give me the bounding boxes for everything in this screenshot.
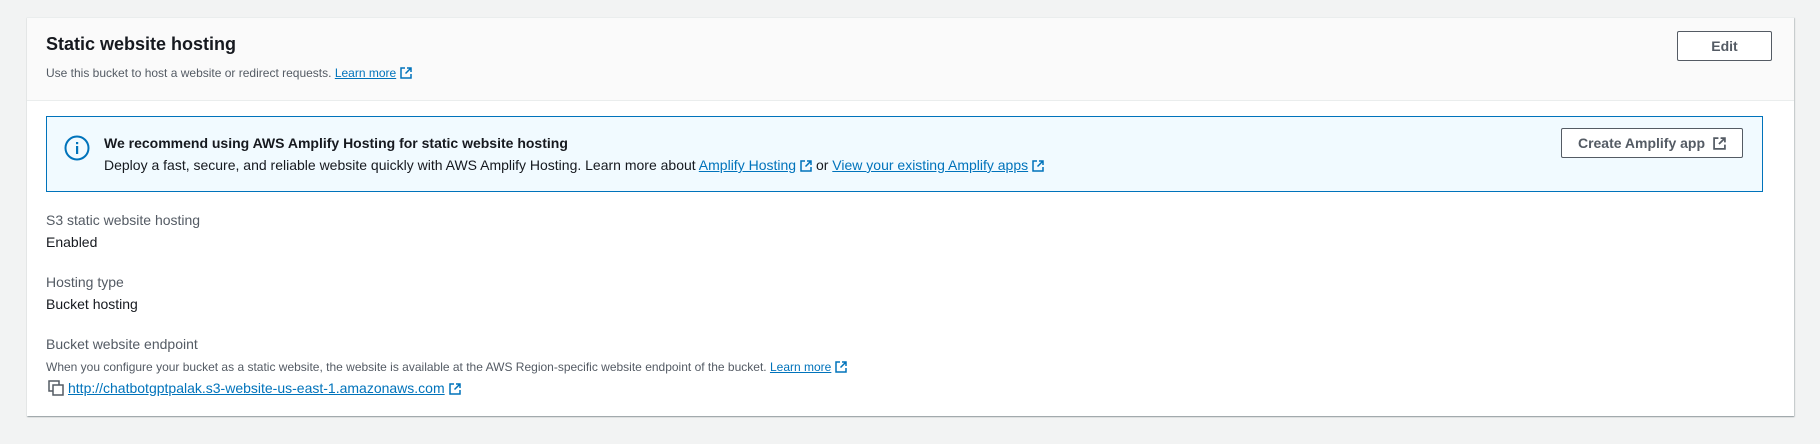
alert-body-text: Deploy a fast, secure, and reliable webs… (104, 157, 696, 173)
endpoint-url-link[interactable]: http://chatbotgptpalak.s3-website-us-eas… (68, 380, 461, 396)
panel-subtitle-text: Use this bucket to host a website or red… (46, 66, 332, 80)
panel-header: Static website hosting Use this bucket t… (27, 18, 1794, 101)
alert-title: We recommend using AWS Amplify Hosting f… (104, 135, 568, 151)
panel-title: Static website hosting (46, 34, 237, 54)
external-link-icon (800, 160, 812, 172)
external-link-icon (1713, 136, 1726, 150)
hosting-type-value: Bucket hosting (46, 296, 138, 312)
endpoint-row: http://chatbotgptpalak.s3-website-us-eas… (48, 380, 461, 396)
learn-more-label: Learn more (334, 66, 397, 80)
hosting-status-value: Enabled (46, 234, 98, 250)
panel-subtitle: Use this bucket to host a website or red… (46, 66, 412, 80)
learn-more-link[interactable]: Learn more (335, 66, 412, 80)
endpoint-description-text: When you configure your bucket as a stat… (46, 360, 767, 374)
copy-icon[interactable] (48, 380, 64, 396)
endpoint-learn-more-label: Learn more (769, 360, 832, 374)
external-link-icon (835, 361, 848, 373)
create-amplify-app-button[interactable]: Create Amplify app (1561, 128, 1743, 158)
external-link-icon (1032, 160, 1044, 172)
amplify-recommendation-alert: We recommend using AWS Amplify Hosting f… (46, 116, 1763, 192)
view-amplify-apps-link[interactable]: View your existing Amplify apps (832, 157, 1044, 173)
static-website-hosting-panel: Static website hosting Use this bucket t… (27, 17, 1794, 416)
external-link-icon (448, 383, 461, 395)
endpoint-description: When you configure your bucket as a stat… (46, 360, 848, 374)
create-amplify-app-label: Create Amplify app (1577, 135, 1706, 151)
amplify-hosting-label: Amplify Hosting (698, 157, 797, 173)
hosting-status-label: S3 static website hosting (46, 212, 201, 228)
endpoint-url-label: http://chatbotgptpalak.s3-website-us-eas… (68, 380, 445, 396)
endpoint-learn-more-link[interactable]: Learn more (769, 360, 848, 374)
alert-or-text: or (815, 157, 829, 173)
amplify-hosting-link[interactable]: Amplify Hosting (699, 157, 812, 173)
edit-button[interactable]: Edit (1677, 31, 1772, 61)
alert-body: Deploy a fast, secure, and reliable webs… (104, 157, 1044, 173)
view-amplify-apps-label: View your existing Amplify apps (832, 157, 1029, 173)
endpoint-label: Bucket website endpoint (46, 336, 198, 352)
external-link-icon (400, 67, 412, 79)
info-icon (64, 135, 90, 161)
hosting-type-label: Hosting type (46, 274, 124, 290)
